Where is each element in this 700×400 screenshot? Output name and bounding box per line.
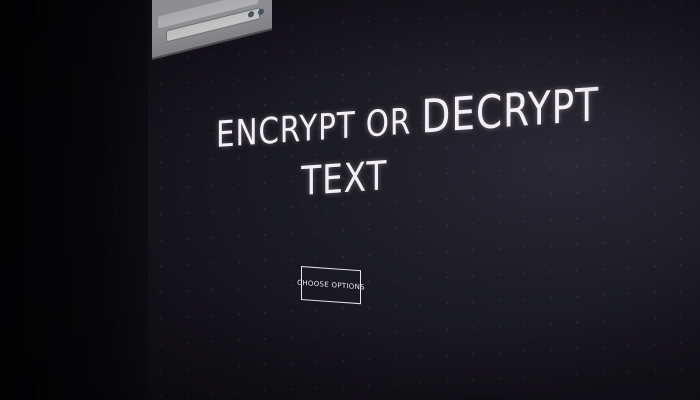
title-part-encrypt-or: ENCRYPT OR (216, 100, 422, 156)
choose-options-label: CHOOSE OPTIONS (297, 278, 365, 292)
menu-icon[interactable] (258, 8, 264, 16)
choose-options-button[interactable]: CHOOSE OPTIONS (297, 266, 365, 305)
photo-of-monitor: ENCRYPT OR DECRYPT TEXT CHOOSE OPTIONS (0, 0, 700, 400)
monitor-bezel (0, 0, 150, 400)
